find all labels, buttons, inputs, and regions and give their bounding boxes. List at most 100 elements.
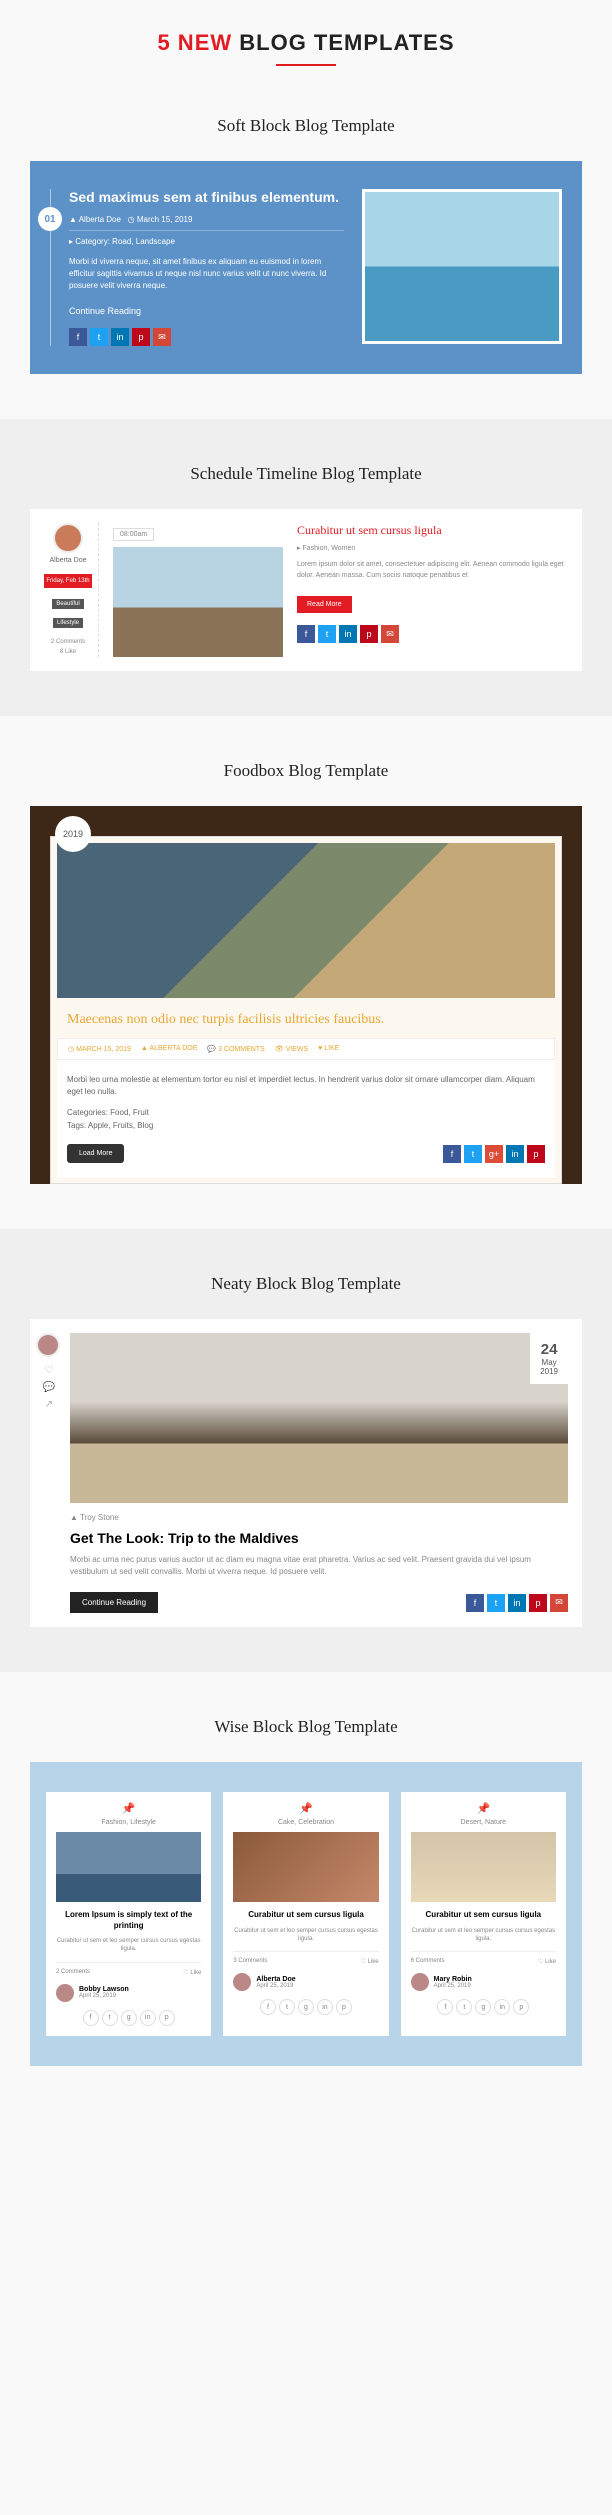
googleplus-icon[interactable]: g	[475, 1999, 491, 2015]
post-title[interactable]: Get The Look: Trip to the Maldives	[70, 1530, 568, 1546]
avatar[interactable]	[411, 1973, 429, 1991]
foodbox-wrap: 2019 Maecenas non odio nec turpis facili…	[30, 806, 582, 1184]
like-label: Like	[190, 1970, 201, 1976]
linkedin-icon[interactable]: in	[506, 1145, 524, 1163]
twitter-icon[interactable]: t	[90, 328, 108, 346]
author[interactable]: Bobby Lawson	[79, 1986, 129, 1993]
email-icon[interactable]: ✉	[381, 625, 399, 643]
categories[interactable]: Cake, Celebration	[233, 1819, 378, 1826]
post-title[interactable]: Maecenas non odio nec turpis facilisis u…	[57, 998, 555, 1038]
facebook-icon[interactable]: f	[443, 1145, 461, 1163]
pinterest-icon[interactable]: p	[159, 2010, 175, 2026]
facebook-icon[interactable]: f	[466, 1594, 484, 1612]
wise-grid: 📌 Fashion, Lifestyle Lorem Ipsum is simp…	[30, 1762, 582, 2066]
tag[interactable]: Beautiful	[52, 599, 83, 609]
comments[interactable]: 3 COMMENTS	[218, 1046, 265, 1053]
googleplus-icon[interactable]: g	[298, 1999, 314, 2015]
pinterest-icon[interactable]: p	[132, 328, 150, 346]
post-image[interactable]	[233, 1832, 378, 1902]
post-image[interactable]	[362, 189, 562, 344]
load-more-button[interactable]: Load More	[67, 1144, 124, 1163]
like-wrap[interactable]: ♡ Like	[361, 1958, 379, 1965]
googleplus-icon[interactable]: g	[121, 2010, 137, 2026]
template-title: Neaty Block Blog Template	[30, 1274, 582, 1294]
author[interactable]: Alberta Doe	[256, 1976, 295, 1983]
comments[interactable]: 6 Comments	[411, 1958, 445, 1965]
avatar[interactable]	[56, 1984, 74, 2002]
post-title[interactable]: Sed maximus sem at finibus elementum.	[69, 189, 344, 205]
wise-card: 📌 Cake, Celebration Curabitur ut sem cur…	[223, 1792, 388, 2036]
schedule-section: Schedule Timeline Blog Template Alberta …	[0, 419, 612, 716]
avatar[interactable]	[233, 1973, 251, 1991]
twitter-icon[interactable]: t	[456, 1999, 472, 2015]
likes[interactable]: LIKE	[324, 1045, 339, 1052]
like-wrap[interactable]: ♡ Like	[538, 1958, 556, 1965]
pinterest-icon[interactable]: p	[513, 1999, 529, 2015]
linkedin-icon[interactable]: in	[494, 1999, 510, 2015]
post-title[interactable]: Curabitur ut sem cursus ligula	[233, 1910, 378, 1920]
comments[interactable]: 2 Comments	[56, 1969, 90, 1976]
heart-icon[interactable]: ♡	[36, 1365, 62, 1376]
post-image[interactable]: 24 May 2019	[70, 1333, 568, 1503]
linkedin-icon[interactable]: in	[140, 2010, 156, 2026]
eye-icon: 👁	[275, 1046, 284, 1053]
tag[interactable]: Lifestyle	[53, 618, 83, 628]
foodbox-card: Maecenas non odio nec turpis facilisis u…	[50, 836, 562, 1184]
post-title[interactable]: Lorem Ipsum is simply text of the printi…	[56, 1910, 201, 1931]
categories[interactable]: Fashion, Women	[302, 545, 355, 552]
categories[interactable]: Desert, Nature	[411, 1819, 556, 1826]
facebook-icon[interactable]: f	[297, 625, 315, 643]
categories[interactable]: Food, Fruit	[110, 1108, 149, 1117]
post-excerpt: Morbi leo urna molestie at elementum tor…	[67, 1074, 545, 1098]
wise-card: 📌 Fashion, Lifestyle Lorem Ipsum is simp…	[46, 1792, 211, 2036]
linkedin-icon[interactable]: in	[508, 1594, 526, 1612]
share-icon[interactable]: ↗	[36, 1399, 62, 1410]
twitter-icon[interactable]: t	[464, 1145, 482, 1163]
post-image[interactable]	[113, 547, 283, 657]
like-wrap[interactable]: ♡ Like	[183, 1969, 201, 1976]
googleplus-icon[interactable]: g+	[485, 1145, 503, 1163]
post-image[interactable]	[411, 1832, 556, 1902]
categories[interactable]: Road, Landscape	[112, 237, 175, 246]
email-icon[interactable]: ✉	[153, 328, 171, 346]
post-title[interactable]: Curabitur ut sem cursus ligula	[411, 1910, 556, 1920]
author[interactable]: Alberta Doe	[79, 215, 121, 224]
author[interactable]: Alberta Doe	[44, 557, 92, 564]
facebook-icon[interactable]: f	[437, 1999, 453, 2015]
post-image[interactable]	[57, 843, 555, 998]
post-title[interactable]: Curabitur ut sem cursus ligula	[297, 523, 568, 538]
linkedin-icon[interactable]: in	[339, 625, 357, 643]
linkedin-icon[interactable]: in	[317, 1999, 333, 2015]
comments-count[interactable]: 2 Comments	[44, 638, 92, 648]
facebook-icon[interactable]: f	[260, 1999, 276, 2015]
template-title: Schedule Timeline Blog Template	[30, 464, 582, 484]
linkedin-icon[interactable]: in	[111, 328, 129, 346]
continue-reading-button[interactable]: Continue Reading	[70, 1592, 158, 1613]
facebook-icon[interactable]: f	[83, 2010, 99, 2026]
post-image[interactable]	[56, 1832, 201, 1902]
author[interactable]: ALBERTA DOE	[149, 1045, 197, 1052]
author[interactable]: Mary Robin	[434, 1976, 472, 1983]
email-icon[interactable]: ✉	[550, 1594, 568, 1612]
comment-icon[interactable]: 💬	[36, 1382, 62, 1393]
tags[interactable]: Apple, Fruits, Blog	[88, 1121, 153, 1130]
pinterest-icon[interactable]: p	[527, 1145, 545, 1163]
avatar[interactable]	[36, 1333, 60, 1357]
comments[interactable]: 3 Comments	[233, 1958, 267, 1965]
pinterest-icon[interactable]: p	[360, 625, 378, 643]
template-title: Wise Block Blog Template	[30, 1717, 582, 1737]
pinterest-icon[interactable]: p	[529, 1594, 547, 1612]
read-more-link[interactable]: Continue Reading	[69, 306, 344, 316]
pinterest-icon[interactable]: p	[336, 1999, 352, 2015]
likes-count[interactable]: 8 Like	[44, 648, 92, 658]
twitter-icon[interactable]: t	[279, 1999, 295, 2015]
author[interactable]: Troy Stone	[80, 1513, 119, 1522]
twitter-icon[interactable]: t	[102, 2010, 118, 2026]
facebook-icon[interactable]: f	[69, 328, 87, 346]
twitter-icon[interactable]: t	[318, 625, 336, 643]
twitter-icon[interactable]: t	[487, 1594, 505, 1612]
read-more-button[interactable]: Read More	[297, 596, 352, 613]
social-row: f t in p ✉	[466, 1594, 568, 1612]
categories[interactable]: Fashion, Lifestyle	[56, 1819, 201, 1826]
avatar[interactable]	[53, 523, 83, 553]
